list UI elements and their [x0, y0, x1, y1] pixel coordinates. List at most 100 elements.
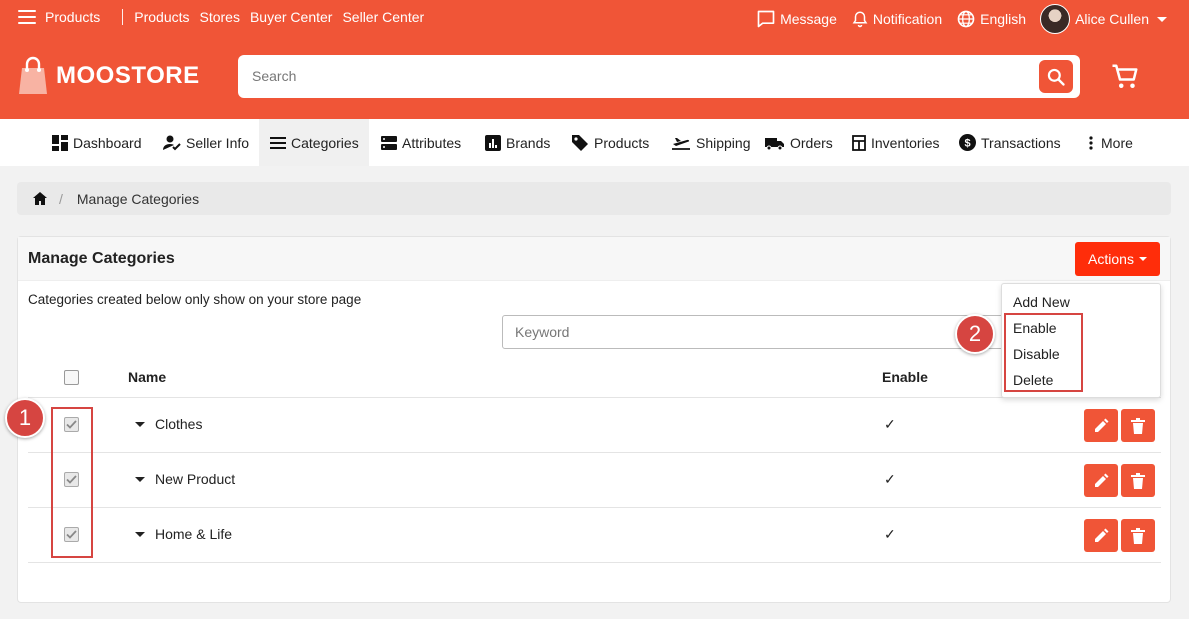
edit-button[interactable]: [1084, 519, 1118, 552]
category-name: Home & Life: [155, 526, 233, 542]
annotation-highlight-checkboxes: [51, 407, 93, 558]
list-icon: [270, 136, 286, 149]
notification-link[interactable]: Notification: [851, 9, 942, 29]
annotation-badge-1: 1: [5, 398, 45, 438]
column-header-name: Name: [128, 369, 167, 385]
menu-item-add-new[interactable]: Add New: [1013, 294, 1070, 310]
column-header-enable: Enable: [882, 369, 928, 385]
nav-label: More: [1101, 134, 1133, 151]
row-divider: [28, 452, 1161, 453]
hamburger-menu-icon[interactable]: [18, 10, 36, 24]
nav-label: Transactions: [981, 134, 1061, 151]
nav-label: Categories: [291, 134, 359, 151]
nav-label: Brands: [506, 134, 551, 151]
message-label: Message: [780, 11, 837, 27]
actions-button[interactable]: Actions: [1075, 242, 1160, 276]
pencil-icon: [1095, 473, 1109, 487]
enabled-checkmark: ✓: [884, 526, 896, 542]
pencil-icon: [1095, 418, 1109, 432]
trash-icon: [1131, 527, 1145, 544]
category-name: New Product: [155, 471, 236, 487]
annotation-badge-2: 2: [955, 314, 995, 354]
nav-label: Products: [594, 134, 650, 151]
nav-attributes[interactable]: Attributes: [381, 119, 461, 166]
top-link-buyer-center[interactable]: Buyer Center: [250, 9, 332, 25]
nav-transactions[interactable]: $ Transactions: [959, 119, 1061, 166]
message-icon: [757, 10, 775, 28]
chevron-down-icon: [1157, 16, 1167, 22]
bell-icon: [852, 11, 868, 28]
panel-note: Categories created below only show on yo…: [28, 292, 362, 307]
dashboard-icon: [52, 134, 68, 151]
nav-brands[interactable]: Brands: [485, 119, 550, 166]
dollar-circle-icon: $: [959, 134, 976, 151]
actions-label: Actions: [1088, 251, 1134, 267]
search-input[interactable]: [252, 65, 1012, 87]
nav-seller-info[interactable]: Seller Info: [163, 119, 249, 166]
user-menu[interactable]: Alice Cullen: [1040, 4, 1167, 34]
chart-box-icon: [485, 134, 501, 151]
manage-categories-panel: Manage Categories Actions Categories cre…: [17, 236, 1171, 603]
panel-title: Manage Categories: [28, 250, 175, 267]
more-vertical-icon: [1089, 135, 1093, 150]
top-link-seller-center[interactable]: Seller Center: [342, 9, 424, 25]
row-divider: [28, 507, 1161, 508]
row-divider: [28, 397, 1161, 398]
svg-text:$: $: [964, 138, 970, 150]
message-link[interactable]: Message: [756, 9, 837, 29]
site-header: Products Products Stores Buyer Center Se…: [0, 0, 1189, 119]
language-selector[interactable]: English: [956, 9, 1026, 29]
tag-icon: [572, 134, 588, 151]
language-label: English: [980, 11, 1027, 27]
inventory-icon: [852, 134, 866, 151]
person-check-icon: [163, 135, 181, 150]
delete-button[interactable]: [1121, 409, 1155, 442]
panel-header: Manage Categories Actions: [18, 237, 1170, 281]
notification-label: Notification: [872, 11, 943, 27]
expand-caret-icon[interactable]: [135, 477, 145, 482]
nav-label: Shipping: [696, 134, 751, 151]
nav-label: Attributes: [402, 134, 462, 151]
top-bar: Products Products Stores Buyer Center Se…: [0, 0, 1189, 36]
airplane-icon: [672, 137, 690, 150]
row-divider: [28, 562, 1161, 563]
nav-orders[interactable]: Orders: [765, 119, 833, 166]
nav-label: Orders: [790, 134, 833, 151]
nav-inventories[interactable]: Inventories: [852, 119, 939, 166]
nav-products[interactable]: Products: [571, 119, 649, 166]
globe-icon: [957, 10, 975, 28]
nav-dashboard[interactable]: Dashboard: [52, 119, 142, 166]
delete-button[interactable]: [1121, 519, 1155, 552]
menu-products-link[interactable]: Products: [45, 9, 100, 25]
top-link-stores[interactable]: Stores: [200, 9, 240, 25]
top-link-products[interactable]: Products: [134, 9, 189, 25]
expand-caret-icon[interactable]: [135, 532, 145, 537]
brand-logo[interactable]: MOOSTORE: [16, 56, 200, 96]
shopping-bag-icon: [16, 56, 50, 96]
category-name: Clothes: [155, 416, 203, 432]
storage-icon: [381, 135, 397, 150]
annotation-highlight-menu: [1004, 313, 1083, 392]
keyword-input[interactable]: [502, 315, 1022, 349]
cart-icon: [1112, 64, 1138, 88]
divider: [122, 9, 124, 25]
avatar: [1040, 4, 1071, 34]
home-icon[interactable]: [33, 192, 47, 205]
breadcrumb-current: Manage Categories: [76, 190, 200, 207]
breadcrumb-separator: /: [59, 190, 63, 207]
breadcrumb: / Manage Categories: [17, 182, 1171, 215]
expand-caret-icon[interactable]: [135, 422, 145, 427]
search-button[interactable]: [1039, 60, 1073, 93]
nav-shipping[interactable]: Shipping: [671, 119, 751, 166]
edit-button[interactable]: [1084, 409, 1118, 442]
cart-button[interactable]: [1110, 62, 1140, 95]
nav-categories[interactable]: Categories: [259, 119, 369, 166]
edit-button[interactable]: [1084, 464, 1118, 497]
nav-more[interactable]: More: [1086, 119, 1133, 166]
search-icon: [1047, 68, 1065, 86]
select-all-checkbox[interactable]: [64, 370, 79, 385]
enabled-checkmark: ✓: [884, 416, 896, 432]
delete-button[interactable]: [1121, 464, 1155, 497]
caret-down-icon: [1138, 257, 1147, 261]
pencil-icon: [1095, 528, 1109, 542]
